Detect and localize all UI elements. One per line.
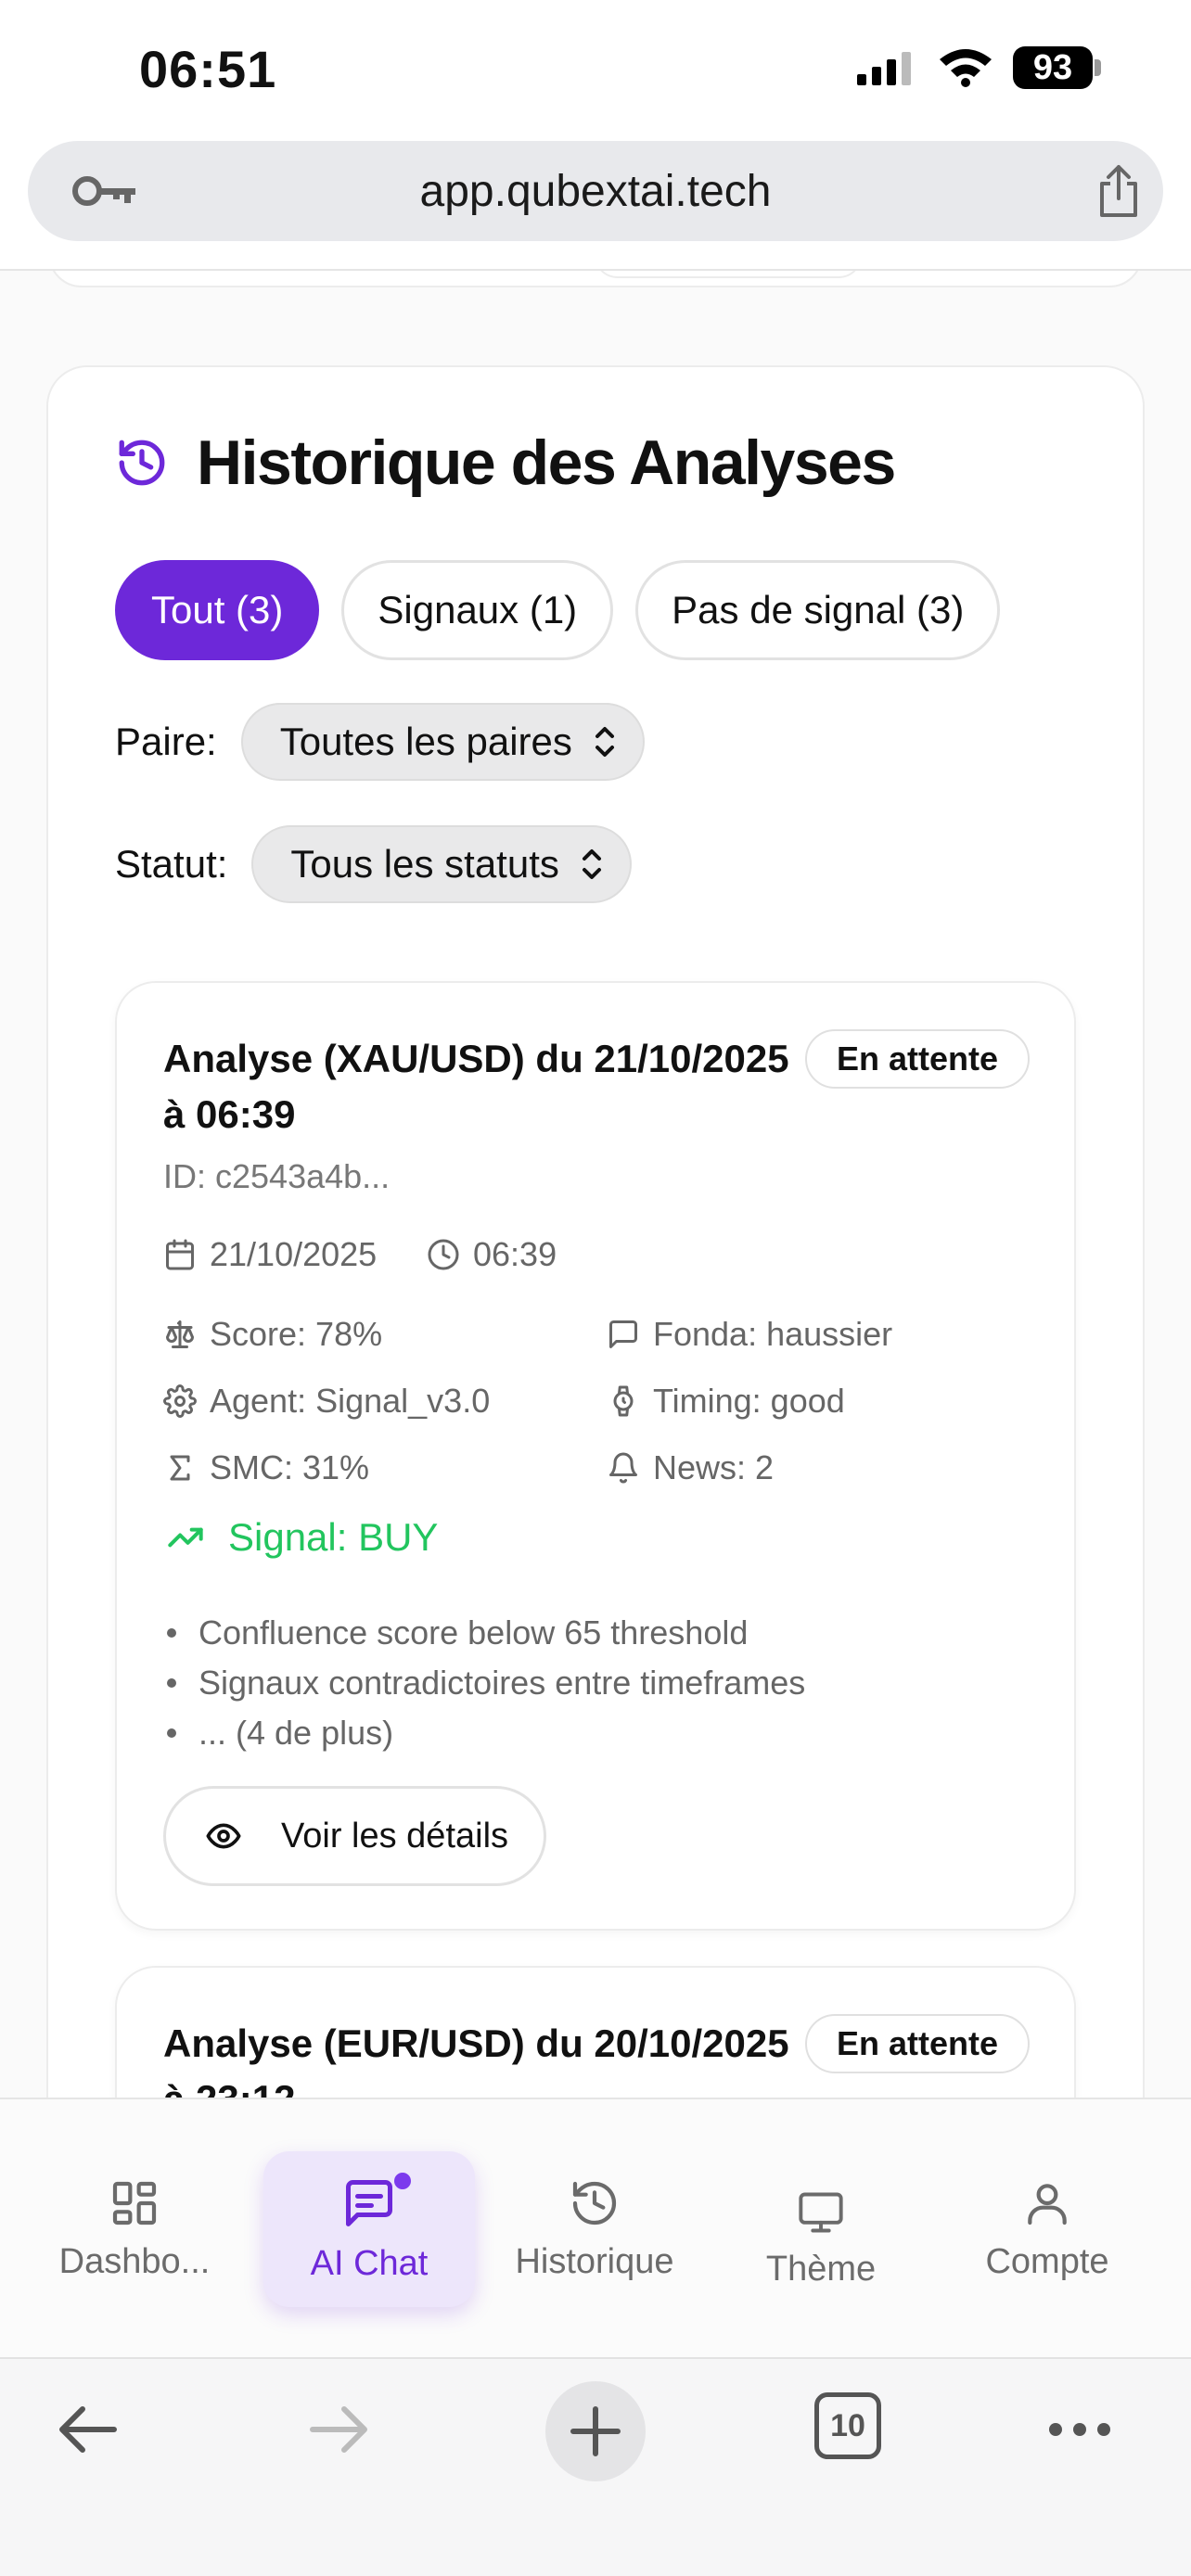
status-select[interactable]: Tous les statuts (251, 825, 632, 903)
key-icon[interactable] (72, 172, 139, 210)
browser-toolbar: 10 (0, 2357, 1191, 2576)
chevron-up-down-icon (582, 849, 601, 879)
agent-text: Agent: Signal_v3.0 (210, 1382, 491, 1420)
battery-nub (1095, 59, 1101, 76)
dashboard-icon (112, 2181, 157, 2225)
score-meta: Score: 78% (163, 1315, 382, 1354)
pair-filter-label: Paire: (115, 720, 217, 763)
nav-tab-ai-chat[interactable]: AI Chat (263, 2151, 475, 2307)
more-dots-icon (1049, 2423, 1110, 2436)
timing-meta: Timing: good (607, 1382, 845, 1421)
notification-dot (391, 2170, 414, 2192)
page-content[interactable]: Historique des Analyses Tout (3) Signaux… (0, 269, 1191, 2098)
reason-item: ... (4 de plus) (163, 1708, 805, 1758)
nav-tab-history[interactable]: Historique (479, 2099, 711, 2359)
fonda-meta: Fonda: haussier (607, 1315, 892, 1354)
address-bar[interactable]: app.qubextai.tech (28, 141, 1163, 241)
address-bar-divider (0, 269, 1191, 271)
analysis-date: 21/10/2025 (163, 1235, 377, 1274)
more-button[interactable] (1043, 2392, 1117, 2467)
fonda-text: Fonda: haussier (653, 1315, 893, 1353)
nav-tab-dashboard[interactable]: Dashbo... (19, 2099, 250, 2359)
monitor-icon (799, 2192, 843, 2232)
trending-up-icon (168, 1527, 203, 1548)
sigma-icon (170, 1455, 190, 1481)
clock-icon (428, 1239, 459, 1270)
analysis-card: Analyse (EUR/USD) du 20/10/2025 à 23:12 … (115, 1966, 1076, 2098)
share-icon[interactable] (1095, 163, 1143, 219)
status-badge: En attente (804, 1029, 1030, 1089)
status-select-value: Tous les statuts (290, 842, 559, 886)
history-header: Historique des Analyses (115, 427, 896, 499)
filter-tab-no-signal[interactable]: Pas de signal (3) (635, 560, 1001, 660)
tab-switcher-button[interactable]: 10 (814, 2392, 881, 2459)
reason-item: Confluence score below 65 threshold (163, 1608, 805, 1658)
history-icon (119, 440, 165, 486)
scale-icon (166, 1320, 194, 1348)
view-details-button[interactable]: Voir les détails (163, 1786, 547, 1886)
analysis-title: Analyse (EUR/USD) du 20/10/2025 à 23:12 (163, 2021, 789, 2098)
status-time: 06:51 (139, 40, 277, 98)
bottom-nav: Dashbo... AI Chat Historique Thème Compt… (0, 2098, 1191, 2357)
arrow-left-icon (59, 2406, 117, 2453)
nav-tab-label: Historique (515, 2241, 674, 2281)
status-bar: 06:51 93 (0, 0, 1191, 139)
history-icon (572, 2181, 617, 2225)
analysis-title: Analyse (XAU/USD) du 21/10/2025 à 06:39 (163, 1037, 789, 1136)
news-text: News: 2 (653, 1448, 775, 1486)
back-button[interactable] (50, 2392, 124, 2467)
smc-text: SMC: 31% (210, 1448, 370, 1486)
analysis-time-text: 06:39 (473, 1235, 557, 1273)
status-filter-label: Statut: (115, 842, 228, 886)
chat-icon (346, 2179, 392, 2226)
analysis-date-text: 21/10/2025 (210, 1235, 378, 1273)
nav-tab-label: Dashbo... (58, 2241, 211, 2281)
new-tab-button[interactable] (545, 2381, 646, 2481)
smc-meta: SMC: 31% (163, 1448, 369, 1487)
message-square-icon (609, 1320, 637, 1348)
timing-text: Timing: good (653, 1382, 845, 1420)
calendar-icon (166, 1239, 194, 1270)
chevron-up-down-icon (595, 727, 614, 757)
filter-tab-all[interactable]: Tout (3) (115, 560, 320, 660)
analysis-card: Analyse (XAU/USD) du 21/10/2025 à 06:39 … (115, 981, 1076, 1931)
pair-select[interactable]: Toutes les paires (240, 703, 645, 781)
nav-tab-theme[interactable]: Thème (705, 2099, 937, 2359)
nav-tab-label: AI Chat (310, 2243, 429, 2283)
pair-select-value: Toutes les paires (279, 720, 572, 763)
filter-tab-signals[interactable]: Signaux (1) (341, 560, 614, 660)
signal-text: Signal: BUY (228, 1515, 439, 1559)
battery-indicator: 93 (1013, 46, 1093, 89)
reason-item: Signaux contradictoires entre timeframes (163, 1658, 805, 1708)
analysis-time: 06:39 (427, 1235, 557, 1274)
history-card: Historique des Analyses Tout (3) Signaux… (46, 365, 1145, 2098)
reasons-list: Confluence score below 65 threshold Sign… (163, 1608, 805, 1758)
score-text: Score: 78% (210, 1315, 383, 1353)
agent-meta: Agent: Signal_v3.0 (163, 1382, 490, 1421)
url-text[interactable]: app.qubextai.tech (420, 166, 772, 217)
eye-icon (206, 1823, 241, 1849)
bell-icon (609, 1452, 637, 1484)
news-meta: News: 2 (607, 1448, 774, 1487)
arrow-right-icon (310, 2406, 367, 2453)
status-badge: En attente (804, 2014, 1030, 2073)
filter-tabs: Tout (3) Signaux (1) Pas de signal (3) (115, 560, 1001, 660)
analysis-id: ID: c2543a4b... (163, 1157, 391, 1195)
cellular-signal-icon (857, 52, 911, 85)
pair-filter: Paire: Toutes les paires (115, 703, 645, 781)
nav-tab-label: Thème (765, 2249, 877, 2289)
watch-icon (613, 1385, 634, 1417)
previous-card-edge (48, 269, 1143, 287)
plus-icon (570, 2406, 621, 2456)
page-title: Historique des Analyses (197, 427, 896, 498)
wifi-icon (940, 49, 992, 87)
nav-tab-account[interactable]: Compte (931, 2099, 1163, 2359)
view-details-label: Voir les détails (281, 1816, 509, 1855)
gear-icon (163, 1384, 197, 1418)
status-filter: Statut: Tous les statuts (115, 825, 632, 903)
user-icon (1028, 2183, 1067, 2225)
nav-tab-label: Compte (985, 2241, 1109, 2281)
signal-indicator: Signal: BUY (163, 1515, 438, 1560)
forward-button[interactable] (302, 2392, 377, 2467)
